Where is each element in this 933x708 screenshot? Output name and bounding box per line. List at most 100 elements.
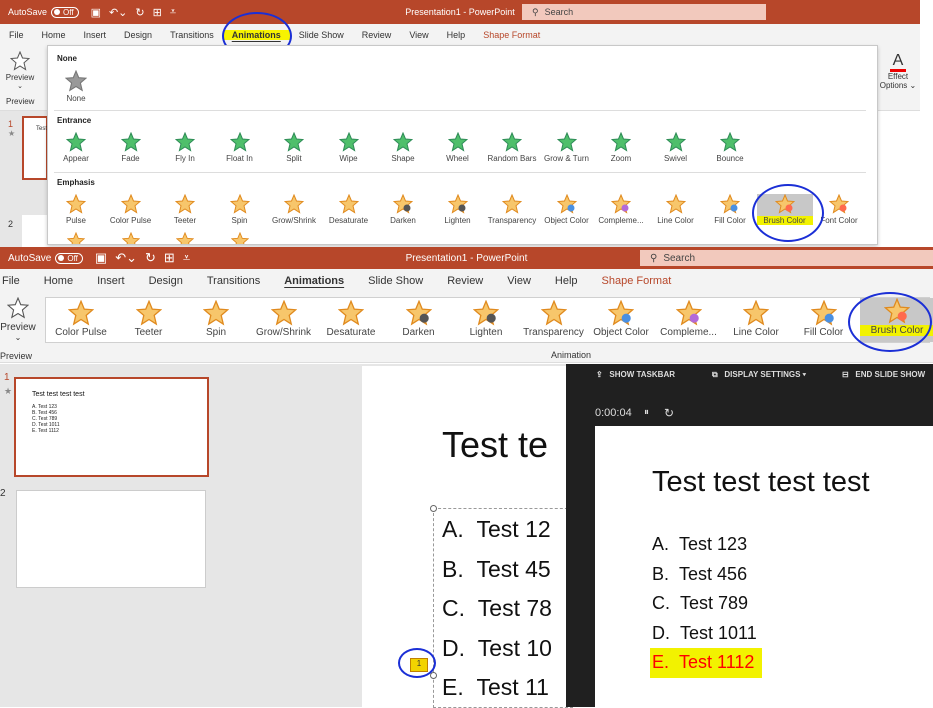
tab-design[interactable]: Design	[137, 275, 195, 287]
save-icon[interactable]: ▣	[91, 6, 101, 19]
anim-split[interactable]: Split	[266, 132, 322, 163]
anim-line-color[interactable]: Line Color	[648, 194, 704, 225]
present-icon[interactable]: ⊞	[153, 6, 162, 19]
anim-darken[interactable]: Darken	[375, 194, 431, 225]
preview-button[interactable]: Preview ⌄	[0, 296, 36, 342]
redo-icon[interactable]: ↻	[145, 250, 156, 266]
tab-shape-format[interactable]: Shape Format	[474, 30, 549, 40]
pause-icon[interactable]: ⏸	[644, 407, 649, 418]
tab-insert[interactable]: Insert	[85, 275, 137, 287]
anim-partial-item[interactable]	[103, 232, 159, 244]
transparency-star-icon	[502, 194, 522, 214]
anim-compleme[interactable]: Compleme...	[593, 194, 649, 225]
reset-timer-icon[interactable]: ↻	[664, 406, 674, 420]
anim-fly-in[interactable]: Fly In	[157, 132, 213, 163]
anim-fill-color[interactable]: Fill Color	[702, 194, 758, 225]
slide-thumbnail-2[interactable]	[16, 490, 206, 588]
display-settings-button[interactable]: ⧉ DISPLAY SETTINGS ▾	[712, 370, 806, 380]
anim-wheel[interactable]: Wheel	[430, 132, 486, 163]
slide-editor[interactable]: Test te A. Test 12 B. Test 45 C. Test 78…	[362, 366, 573, 708]
anim-spin[interactable]: Spin	[183, 300, 249, 338]
tab-file[interactable]: File	[0, 275, 32, 287]
anim-wipe[interactable]: Wipe	[321, 132, 377, 163]
anim-partial-item[interactable]	[48, 232, 104, 244]
slide-thumbnail[interactable]: Test	[22, 116, 48, 180]
anim-object-color[interactable]: Object Color	[539, 194, 595, 225]
tab-design[interactable]: Design	[115, 30, 161, 40]
tab-transitions[interactable]: Transitions	[195, 275, 272, 287]
tab-review[interactable]: Review	[353, 30, 401, 40]
anim-grow-shrink[interactable]: Grow/Shrink	[251, 300, 317, 338]
anim-color-pulse[interactable]: Color Pulse	[48, 300, 114, 338]
tab-shape-format[interactable]: Shape Format	[590, 275, 684, 287]
tab-slide-show[interactable]: Slide Show	[356, 275, 435, 287]
anim-spin[interactable]: Spin	[212, 194, 268, 225]
redo-icon[interactable]: ↻	[135, 6, 144, 19]
fill-color-star-icon	[810, 300, 837, 326]
preview-button[interactable]: Preview ⌄	[4, 50, 36, 90]
tab-home[interactable]: Home	[32, 275, 85, 287]
anim-transparency[interactable]: Transparency	[484, 194, 540, 225]
customize-icon[interactable]: ⩡	[170, 6, 176, 19]
anim-grow-shrink[interactable]: Grow/Shrink	[266, 194, 322, 225]
anim-fill-color[interactable]: Fill Color	[791, 300, 857, 338]
anim-float-in[interactable]: Float In	[212, 132, 268, 163]
tab-home[interactable]: Home	[33, 30, 75, 40]
anim-none[interactable]: None	[48, 70, 104, 103]
anim-random-bars[interactable]: Random Bars	[484, 132, 540, 163]
show-taskbar-button[interactable]: ⇪ SHOW TASKBAR	[596, 370, 675, 379]
anim-fade[interactable]: Fade	[103, 132, 159, 163]
save-icon[interactable]: ▣	[95, 250, 107, 266]
anim-pulse[interactable]: Pulse	[48, 194, 104, 225]
tab-slide-show[interactable]: Slide Show	[290, 30, 353, 40]
tab-review[interactable]: Review	[435, 275, 495, 287]
tab-insert[interactable]: Insert	[75, 30, 116, 40]
present-icon[interactable]: ⊞	[164, 250, 175, 266]
anim-desaturate[interactable]: Desaturate	[318, 300, 384, 338]
anim-object-color[interactable]: Object Color	[588, 300, 654, 338]
autosave-toggle[interactable]: Off	[55, 252, 83, 264]
anim-partial-item[interactable]	[157, 232, 213, 244]
anim-line-color[interactable]: Line Color	[723, 300, 789, 338]
anim-zoom[interactable]: Zoom	[593, 132, 649, 163]
search-box[interactable]: ⚲ Search	[640, 250, 933, 266]
anim-lighten[interactable]: Lighten	[430, 194, 486, 225]
slide-thumbnail[interactable]	[22, 215, 48, 247]
tab-transitions[interactable]: Transitions	[161, 30, 223, 40]
anim-swivel[interactable]: Swivel	[648, 132, 704, 163]
anim-transparency[interactable]: Transparency	[521, 300, 587, 338]
slide-title[interactable]: Test te	[442, 424, 548, 466]
tab-help[interactable]: Help	[438, 30, 475, 40]
anim-lighten[interactable]: Lighten	[453, 300, 519, 338]
tab-view[interactable]: View	[400, 30, 437, 40]
anim-compleme[interactable]: Compleme...	[656, 300, 722, 338]
search-box[interactable]: ⚲ Search	[522, 4, 766, 20]
autosave-toggle[interactable]: Off	[51, 6, 79, 18]
anim-shape[interactable]: Shape	[375, 132, 431, 163]
resize-handle[interactable]	[430, 505, 437, 512]
tab-animations[interactable]: Animations	[272, 275, 356, 287]
anim-color-pulse[interactable]: Color Pulse	[103, 194, 159, 225]
autosave[interactable]: AutoSave Off	[8, 6, 79, 18]
effect-options-button[interactable]: A Effect Options ⌄	[876, 53, 920, 91]
end-slide-show-button[interactable]: ⊟ END SLIDE SHOW	[842, 370, 925, 379]
anim-partial-item[interactable]	[212, 232, 268, 244]
tab-file[interactable]: File	[0, 30, 33, 40]
undo-icon[interactable]: ↶⌄	[115, 250, 137, 266]
anim-teeter[interactable]: Teeter	[157, 194, 213, 225]
anim-bounce[interactable]: Bounce	[702, 132, 758, 163]
fly-in-star-icon	[175, 132, 195, 152]
slide-number: 2	[8, 219, 14, 229]
slide-thumbnail-1[interactable]: Test test test test A. Test 123 B. Test …	[14, 377, 209, 477]
customize-icon[interactable]: ⩡	[183, 250, 190, 266]
autosave[interactable]: AutoSave Off	[8, 252, 83, 264]
anim-teeter[interactable]: Teeter	[116, 300, 182, 338]
tab-help[interactable]: Help	[543, 275, 590, 287]
anim-appear[interactable]: Appear	[48, 132, 104, 163]
anim-grow-turn[interactable]: Grow & Turn	[539, 132, 595, 163]
star-icon	[121, 232, 140, 244]
anim-darken[interactable]: Darken	[386, 300, 452, 338]
anim-desaturate[interactable]: Desaturate	[321, 194, 377, 225]
undo-icon[interactable]: ↶⌄	[109, 6, 127, 19]
tab-view[interactable]: View	[495, 275, 543, 287]
